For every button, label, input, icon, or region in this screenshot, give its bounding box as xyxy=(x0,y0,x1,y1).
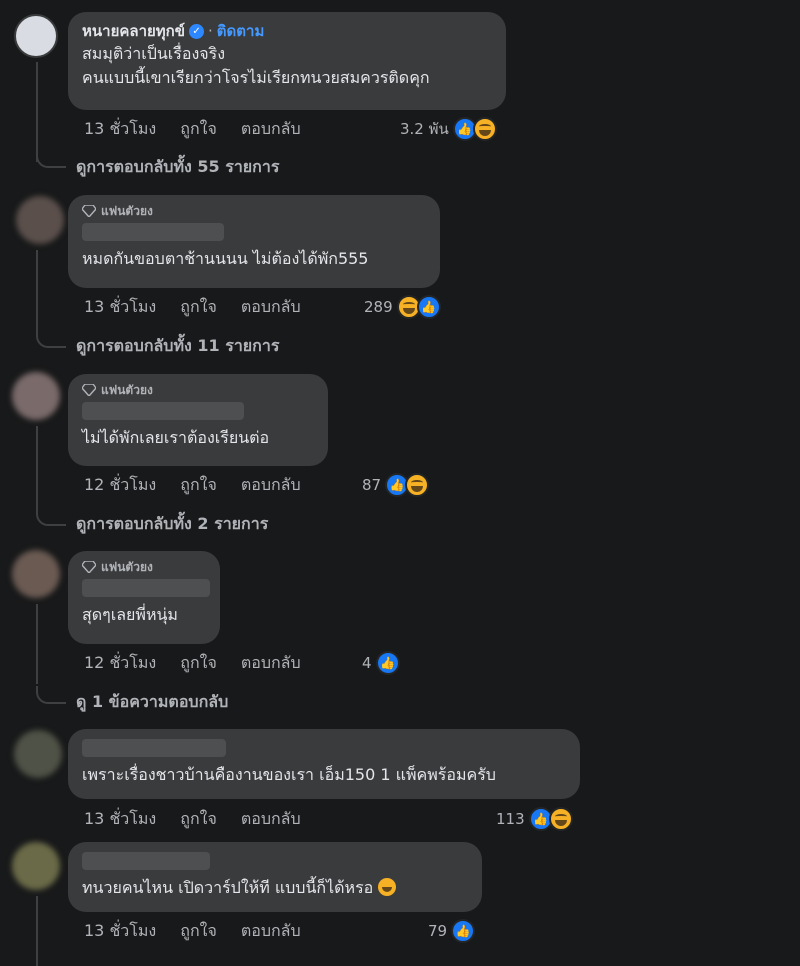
comment-text-line: ไม่ได้พักเลยเราต้องเรียนต่อ xyxy=(82,428,270,447)
avatar[interactable] xyxy=(12,842,60,890)
diamond-icon xyxy=(82,561,96,573)
like-icon: 👍 xyxy=(451,919,476,943)
reply-button[interactable]: ตอบกลับ xyxy=(241,652,301,674)
diamond-icon xyxy=(82,205,96,217)
view-replies-link[interactable]: ดูการตอบกลับทั้ง 2 รายการ xyxy=(76,513,268,535)
blurred-author-name xyxy=(82,739,226,757)
view-replies-link[interactable]: ดูการตอบกลับทั้ง 11 รายการ xyxy=(76,335,279,357)
thread-line xyxy=(36,426,38,510)
thread-connector xyxy=(36,686,66,704)
comment-actions: 13 ชั่วโมง ถูกใจ ตอบกลับ xyxy=(84,920,301,942)
blurred-author-name xyxy=(82,223,224,241)
avatar[interactable] xyxy=(14,730,62,778)
haha-icon xyxy=(405,473,430,497)
thread-connector xyxy=(36,508,66,526)
avatar[interactable] xyxy=(16,196,64,244)
comment-text-line: คนแบบนี้เขาเรียกว่าโจรไม่เรียกทนวยสมควรต… xyxy=(82,68,430,87)
rofl-emoji-icon xyxy=(378,878,397,896)
blurred-author-name xyxy=(82,579,210,597)
comment-text-line: เพราะเรื่องชาวบ้านคืองานของเรา เอ็ม150 1… xyxy=(82,765,496,784)
comment-text-line: หมดกันขอบตาช้านนนน ไม่ต้องได้พัก555 xyxy=(82,249,369,268)
reply-button[interactable]: ตอบกลับ xyxy=(241,474,301,496)
comment-text-line: สุดๆเลยพี่หนุ่ม xyxy=(82,605,178,624)
comment-author-row: หนายคลายทุกข์ ✓ · ติดตาม xyxy=(82,20,492,42)
top-fan-badge: แฟนตัวยง xyxy=(82,382,314,398)
comment-actions: 13 ชั่วโมง ถูกใจ ตอบกลับ xyxy=(84,808,301,830)
reaction-summary[interactable]: 87 👍 xyxy=(362,472,430,498)
reaction-summary[interactable]: 3.2 พัน 👍 xyxy=(400,116,497,142)
comment-time[interactable]: 13 ชั่วโมง xyxy=(84,920,156,942)
comment-bubble: แฟนตัวยง สุดๆเลยพี่หนุ่ม xyxy=(68,551,220,644)
comment-bubble: แฟนตัวยง หมดกันขอบตาช้านนนน ไม่ต้องได้พั… xyxy=(68,195,440,288)
top-fan-badge: แฟนตัวยง xyxy=(82,203,426,219)
thread-connector xyxy=(36,330,66,348)
haha-icon xyxy=(548,807,573,831)
like-icon: 👍 xyxy=(375,651,400,675)
view-replies-link[interactable]: ดูการตอบกลับทั้ง 55 รายการ xyxy=(76,156,279,178)
author-name[interactable]: หนายคลายทุกข์ xyxy=(82,19,185,43)
avatar[interactable] xyxy=(12,550,60,598)
thread-line xyxy=(36,604,38,684)
comment-time[interactable]: 12 ชั่วโมง xyxy=(84,652,156,674)
comment-text-line: ทนวยคนไหน เปิดวาร์ปให้ที แบบนี้ก็ได้หรอ xyxy=(82,876,468,900)
comment-time[interactable]: 13 ชั่วโมง xyxy=(84,296,156,318)
reply-button[interactable]: ตอบกลับ xyxy=(241,296,301,318)
separator-dot: · xyxy=(208,22,213,40)
like-button[interactable]: ถูกใจ xyxy=(180,296,217,318)
like-button[interactable]: ถูกใจ xyxy=(180,652,217,674)
reaction-summary[interactable]: 113 👍 xyxy=(496,806,573,832)
haha-icon xyxy=(472,117,497,141)
badge-label: แฟนตัวยง xyxy=(101,559,153,574)
comment-actions: 12 ชั่วโมง ถูกใจ ตอบกลับ xyxy=(84,652,301,674)
diamond-icon xyxy=(82,384,96,396)
comment-time[interactable]: 12 ชั่วโมง xyxy=(84,474,156,496)
reaction-count: 79 xyxy=(428,922,448,940)
like-button[interactable]: ถูกใจ xyxy=(180,808,217,830)
like-button[interactable]: ถูกใจ xyxy=(180,920,217,942)
comment-bubble: แฟนตัวยง ไม่ได้พักเลยเราต้องเรียนต่อ xyxy=(68,374,328,466)
like-button[interactable]: ถูกใจ xyxy=(180,118,217,140)
page-avatar[interactable] xyxy=(14,14,58,58)
comment-time[interactable]: 13 ชั่วโมง xyxy=(84,808,156,830)
comment-bubble: ทนวยคนไหน เปิดวาร์ปให้ที แบบนี้ก็ได้หรอ xyxy=(68,842,482,912)
reaction-count: 87 xyxy=(362,476,382,494)
blurred-author-name xyxy=(82,402,244,420)
reaction-summary[interactable]: 79 👍 xyxy=(428,918,476,944)
reply-button[interactable]: ตอบกลับ xyxy=(241,920,301,942)
avatar[interactable] xyxy=(12,372,60,420)
comment-actions: 12 ชั่วโมง ถูกใจ ตอบกลับ xyxy=(84,474,301,496)
comment-bubble: หนายคลายทุกข์ ✓ · ติดตาม สมมุติว่าเป็นเร… xyxy=(68,12,506,110)
follow-button[interactable]: ติดตาม xyxy=(217,19,265,43)
reaction-count: 113 xyxy=(496,810,525,828)
reaction-summary[interactable]: 4 👍 xyxy=(362,650,400,676)
thread-line xyxy=(36,250,38,330)
reaction-count: 289 xyxy=(364,298,393,316)
like-icon: 👍 xyxy=(416,295,441,319)
comment-bubble: เพราะเรื่องชาวบ้านคืองานของเรา เอ็ม150 1… xyxy=(68,729,580,799)
blurred-author-name xyxy=(82,852,210,870)
reaction-summary[interactable]: 289 👍 xyxy=(364,294,441,320)
reaction-count: 3.2 พัน xyxy=(400,120,449,138)
badge-label: แฟนตัวยง xyxy=(101,203,153,218)
view-replies-link[interactable]: ดู 1 ข้อความตอบกลับ xyxy=(76,691,228,713)
thread-line xyxy=(36,896,38,966)
comment-time[interactable]: 13 ชั่วโมง xyxy=(84,118,156,140)
reply-button[interactable]: ตอบกลับ xyxy=(241,808,301,830)
comment-text: ทนวยคนไหน เปิดวาร์ปให้ที แบบนี้ก็ได้หรอ xyxy=(82,878,374,897)
like-button[interactable]: ถูกใจ xyxy=(180,474,217,496)
comment-actions: 13 ชั่วโมง ถูกใจ ตอบกลับ xyxy=(84,118,301,140)
comment-actions: 13 ชั่วโมง ถูกใจ ตอบกลับ xyxy=(84,296,301,318)
verified-badge-icon: ✓ xyxy=(189,23,205,39)
thread-connector xyxy=(36,150,66,168)
reply-button[interactable]: ตอบกลับ xyxy=(241,118,301,140)
reaction-count: 4 xyxy=(362,654,372,672)
comment-text-line: สมมุติว่าเป็นเรื่องจริง xyxy=(82,44,226,63)
thread-line xyxy=(36,62,38,162)
badge-label: แฟนตัวยง xyxy=(101,382,153,397)
top-fan-badge: แฟนตัวยง xyxy=(82,559,206,575)
